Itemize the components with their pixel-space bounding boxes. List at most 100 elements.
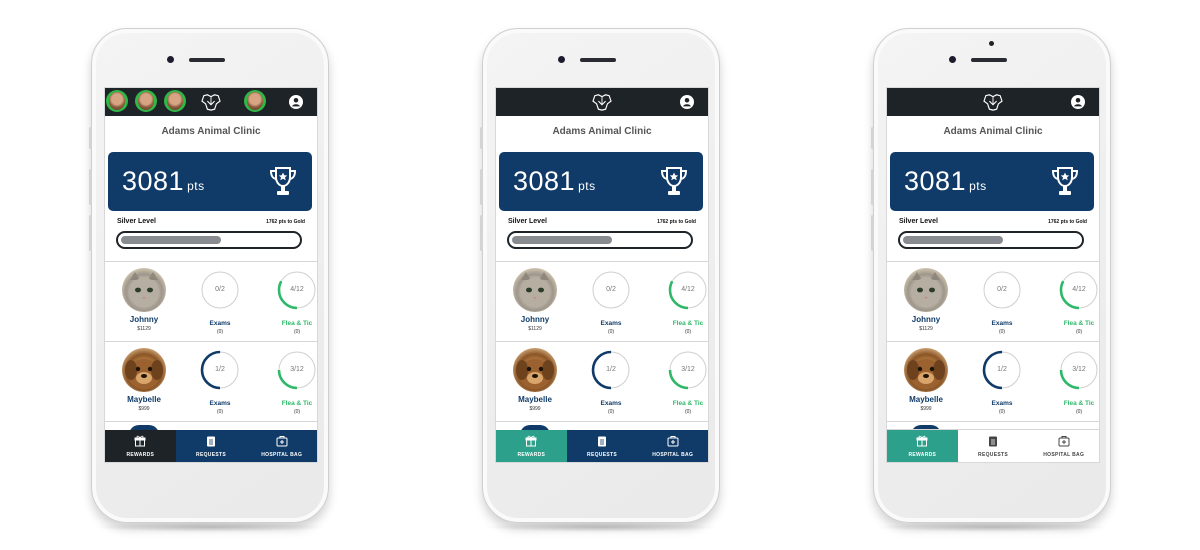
profile-avatar[interactable] xyxy=(244,90,266,112)
level-progress-fill xyxy=(512,236,612,244)
stat-label[interactable]: Flea & Tic xyxy=(658,400,708,407)
account-icon[interactable] xyxy=(680,95,694,109)
pet-photo[interactable] xyxy=(513,348,557,392)
status-bar xyxy=(105,88,317,116)
ring-value: 0/2 xyxy=(997,286,1007,293)
account-icon[interactable] xyxy=(289,95,303,109)
profile-avatar[interactable] xyxy=(106,90,128,112)
tab-label: HOSPITAL BAG xyxy=(1043,452,1085,458)
profile-avatar[interactable] xyxy=(164,90,186,112)
mute-switch xyxy=(871,127,874,149)
tab-label: REQUESTS xyxy=(587,452,617,458)
tab-rewards[interactable]: REWARDS xyxy=(496,430,567,462)
gift-icon xyxy=(916,435,928,447)
stat-sub: (0) xyxy=(216,329,224,335)
avatar-face xyxy=(138,92,154,110)
stat-label[interactable]: Flea & Tic xyxy=(1049,400,1099,407)
pet-name: Maybelle xyxy=(518,395,552,404)
stat-sub: (0) xyxy=(216,409,224,415)
status-bar xyxy=(496,88,708,116)
clipboard-icon xyxy=(989,436,997,447)
stat-sub: (0) xyxy=(998,329,1006,335)
tab-label: REWARDS xyxy=(126,452,155,458)
divider xyxy=(887,421,1099,422)
clipboard-icon xyxy=(207,436,215,447)
level-progress-bar xyxy=(898,231,1084,249)
mute-switch xyxy=(480,127,483,149)
stat-label[interactable]: Flea & Tic xyxy=(1049,320,1099,327)
level-label: Silver Level xyxy=(508,218,547,225)
stat-label[interactable]: Exams xyxy=(190,400,250,407)
tab-requests[interactable]: REQUESTS xyxy=(958,430,1029,462)
medical-bag-icon xyxy=(276,436,288,447)
clinic-name: Adams Animal Clinic xyxy=(943,126,1043,137)
divider xyxy=(105,261,317,262)
level-progress-fill xyxy=(121,236,221,244)
next-level-text: 1762 pts to Gold xyxy=(266,219,305,225)
pet-photo[interactable] xyxy=(122,268,166,312)
pet-photo[interactable] xyxy=(513,268,557,312)
dog-logo-icon xyxy=(592,94,612,111)
divider xyxy=(887,261,1099,262)
divider xyxy=(887,341,1099,342)
profile-avatar[interactable] xyxy=(135,90,157,112)
avatar-face xyxy=(167,92,183,110)
points-unit: pts xyxy=(578,179,596,193)
points-total: 3081 pts xyxy=(122,166,205,197)
phone-mockup-1: Adams Animal Clinic 3081 pts Silver Level… xyxy=(89,28,329,532)
pet-amount: $1129 xyxy=(919,326,933,332)
stat-sub: (0) xyxy=(607,409,615,415)
tab-rewards[interactable]: REWARDS xyxy=(887,430,958,462)
earpiece-speaker xyxy=(580,58,616,62)
ring-value: 3/12 xyxy=(290,366,304,373)
stat-sub: (0) xyxy=(684,329,692,335)
ring-value: 3/12 xyxy=(681,366,695,373)
pet-photo[interactable] xyxy=(904,268,948,312)
points-card[interactable]: 3081 pts xyxy=(108,152,312,211)
stat-label[interactable]: Exams xyxy=(972,320,1032,327)
level-progress-bar xyxy=(116,231,302,249)
tab-requests[interactable]: REQUESTS xyxy=(176,430,247,462)
clinic-name: Adams Animal Clinic xyxy=(161,126,261,137)
pet-photo[interactable] xyxy=(122,348,166,392)
stat-label[interactable]: Flea & Tic xyxy=(267,400,317,407)
tab-hospital-bag[interactable]: HOSPITAL BAG xyxy=(1028,430,1099,462)
stat-label[interactable]: Exams xyxy=(581,400,641,407)
account-icon[interactable] xyxy=(1071,95,1085,109)
avatar-face xyxy=(109,92,125,110)
tab-rewards[interactable]: REWARDS xyxy=(105,430,176,462)
front-camera xyxy=(558,56,565,63)
points-unit: pts xyxy=(187,179,205,193)
volume-down-button xyxy=(480,215,483,251)
ring-value: 4/12 xyxy=(290,286,304,293)
stat-label[interactable]: Flea & Tic xyxy=(658,320,708,327)
pet-amount: $999 xyxy=(920,406,932,412)
level-progress-fill xyxy=(903,236,1003,244)
tab-hospital-bag[interactable]: HOSPITAL BAG xyxy=(246,430,317,462)
pet-photo[interactable] xyxy=(904,348,948,392)
stat-label[interactable]: Exams xyxy=(190,320,250,327)
tab-hospital-bag[interactable]: HOSPITAL BAG xyxy=(637,430,708,462)
pet-name: Maybelle xyxy=(127,395,161,404)
points-value: 3081 xyxy=(904,166,967,196)
mute-switch xyxy=(89,127,92,149)
points-card[interactable]: 3081 pts xyxy=(499,152,703,211)
tab-label: HOSPITAL BAG xyxy=(652,452,694,458)
stat-label[interactable]: Exams xyxy=(972,400,1032,407)
points-value: 3081 xyxy=(122,166,185,196)
stat-sub: (0) xyxy=(684,409,692,415)
tab-requests[interactable]: REQUESTS xyxy=(567,430,638,462)
dog-logo-icon xyxy=(983,94,1003,111)
tab-label: REQUESTS xyxy=(978,452,1008,458)
trophy-icon xyxy=(1051,167,1079,195)
divider xyxy=(496,341,708,342)
ring-value: 0/2 xyxy=(606,286,616,293)
ring-value: 3/12 xyxy=(1072,366,1086,373)
medical-bag-icon xyxy=(1058,436,1070,447)
pet-amount: $1129 xyxy=(137,326,151,332)
stat-label[interactable]: Flea & Tic xyxy=(267,320,317,327)
divider xyxy=(496,261,708,262)
volume-up-button xyxy=(480,169,483,205)
stat-label[interactable]: Exams xyxy=(581,320,641,327)
points-card[interactable]: 3081 pts xyxy=(890,152,1094,211)
